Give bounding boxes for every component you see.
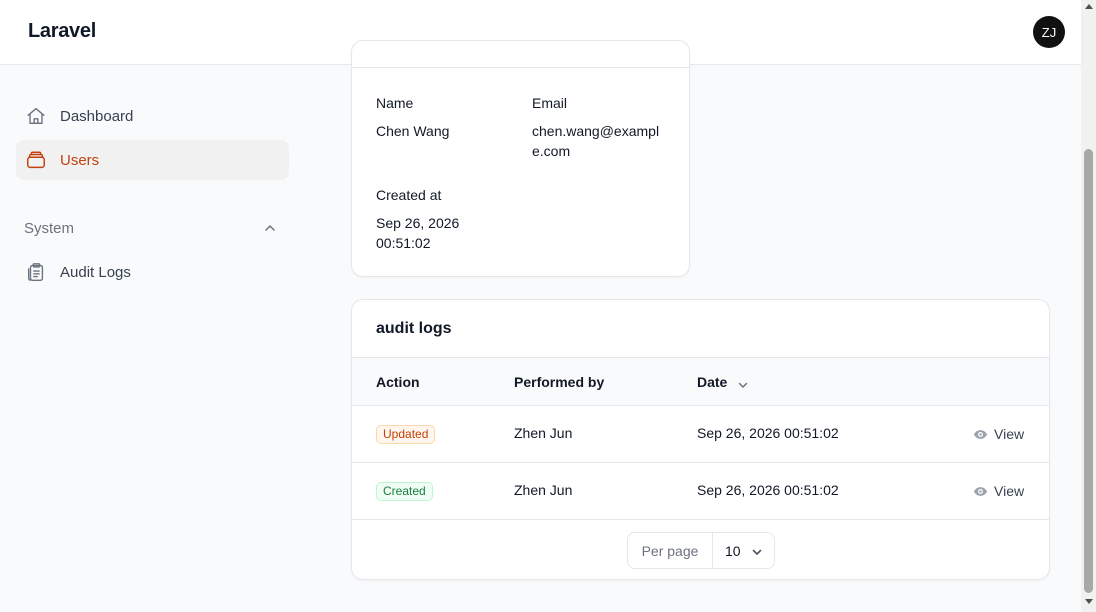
view-label: View [994,483,1025,499]
action-badge-updated: Updated [376,425,436,444]
date-cell: Sep 26, 2026 00:51:02 [697,425,839,441]
per-page-label: Per page [628,533,713,568]
view-button[interactable]: View [973,481,1024,501]
table-header: Action Performed by Date [352,357,1049,406]
brand-logo[interactable]: Laravel [28,20,96,43]
sidebar-item-label: Audit Logs [60,263,131,281]
email-label: Email [532,95,568,111]
user-details-card: Name Chen Wang Email chen.wang@example.c… [351,40,690,277]
table-row: Updated Zhen Jun Sep 26, 2026 00:51:02 V… [352,406,1049,463]
audit-logs-title: audit logs [376,320,452,337]
sidebar-item-label: Users [60,151,100,169]
chevron-up-icon[interactable] [263,221,277,235]
sidebar: Dashboard Users System Audit Logs [0,65,300,612]
sidebar-item-dashboard[interactable]: Dashboard [16,96,289,136]
eye-icon [973,427,988,442]
per-page-control: Per page 10 [627,532,775,569]
per-page-select[interactable]: 10 [713,533,774,568]
audit-logs-card: audit logs Action Performed by Date Upda… [351,299,1050,580]
chevron-down-icon [751,545,763,557]
sidebar-item-label: Dashboard [60,107,134,125]
view-button[interactable]: View [973,424,1024,444]
card-divider [352,67,689,68]
performed-by-cell: Zhen Jun [514,482,573,498]
users-stack-icon [25,149,47,171]
sidebar-item-audit-logs[interactable]: Audit Logs [16,252,289,292]
per-page-value: 10 [725,543,741,559]
sort-chevron-down-icon[interactable] [737,378,749,390]
sidebar-group-system[interactable]: System [24,220,74,237]
page-scrollbar[interactable] [1081,0,1096,612]
created-at-date: Sep 26, 2026 [376,215,460,231]
name-label: Name [376,95,414,111]
column-header-performed-by: Performed by [514,374,605,390]
scrollbar-thumb[interactable] [1084,149,1093,593]
created-at-time: 00:51:02 [376,235,431,251]
clipboard-icon [25,261,47,283]
table-row: Created Zhen Jun Sep 26, 2026 00:51:02 V… [352,463,1049,520]
date-cell: Sep 26, 2026 00:51:02 [697,482,839,498]
name-value: Chen Wang [376,123,450,139]
email-value: chen.wang@example.com [532,123,660,159]
sidebar-item-users[interactable]: Users [16,140,289,180]
column-header-date[interactable]: Date [697,374,727,390]
scroll-down-arrow-icon[interactable] [1085,599,1093,604]
action-badge-created: Created [376,482,433,501]
eye-icon [973,484,988,499]
view-label: View [994,426,1025,442]
scroll-up-arrow-icon[interactable] [1085,4,1093,9]
column-header-action: Action [376,374,420,390]
created-at-label: Created at [376,187,442,203]
home-icon [25,105,47,127]
user-avatar[interactable]: ZJ [1033,16,1065,48]
performed-by-cell: Zhen Jun [514,425,573,441]
